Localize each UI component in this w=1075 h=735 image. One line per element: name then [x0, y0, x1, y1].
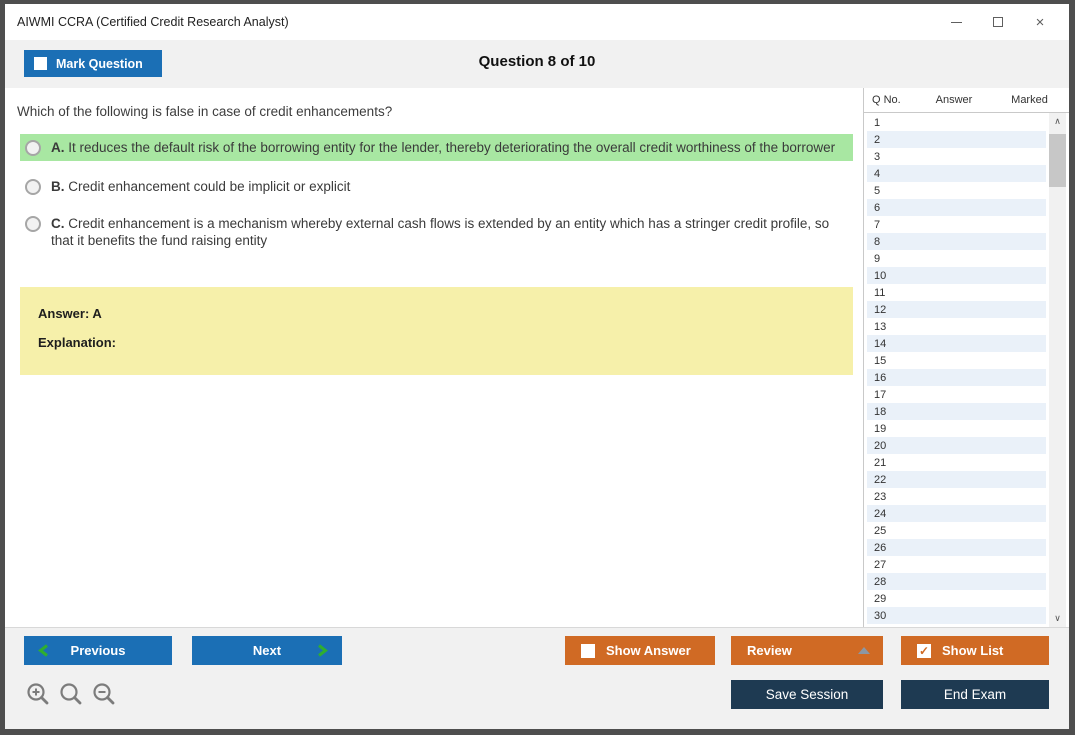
option-a-text: A. It reduces the default risk of the bo… — [51, 140, 836, 155]
question-list-row[interactable]: 14 — [867, 335, 1046, 352]
zoom-reset-icon[interactable] — [58, 681, 84, 709]
question-list-row[interactable]: 2 — [867, 131, 1046, 148]
review-dropdown-button[interactable]: Review — [731, 636, 883, 665]
review-label: Review — [747, 643, 792, 658]
question-list-row[interactable]: 3 — [867, 148, 1046, 165]
show-list-label: Show List — [942, 643, 1004, 658]
zoom-out-icon[interactable] — [91, 681, 117, 709]
next-button[interactable]: Next — [192, 636, 342, 665]
show-answer-button[interactable]: Show Answer — [565, 636, 715, 665]
maximize-icon — [993, 17, 1003, 27]
maximize-button[interactable] — [991, 15, 1005, 29]
column-header-answer: Answer — [935, 94, 973, 106]
question-list-row[interactable]: 18 — [867, 403, 1046, 420]
option-b-radio[interactable] — [25, 179, 41, 195]
question-list-row[interactable]: 12 — [867, 301, 1046, 318]
column-header-marked: Marked — [1011, 94, 1048, 106]
zoom-toolbar — [25, 681, 117, 709]
save-session-button[interactable]: Save Session — [731, 680, 883, 709]
chevron-left-icon — [38, 644, 48, 657]
question-list-row[interactable]: 13 — [867, 318, 1046, 335]
question-list-wrap: 1 2 3 4 5 6 7 8 9 10 11 12 13 14 15 16 17 18 19 20 21 22 23 24 2… — [864, 113, 1069, 627]
question-list-row[interactable]: 26 — [867, 539, 1046, 556]
minimize-button[interactable] — [949, 15, 963, 29]
previous-label: Previous — [70, 643, 126, 658]
question-list-body: 1 2 3 4 5 6 7 8 9 10 11 12 13 14 15 16 17 18 19 20 21 22 23 24 2… — [867, 114, 1046, 624]
option-c-radio[interactable] — [25, 216, 41, 232]
option-c-letter: C. — [51, 216, 65, 231]
question-list-row[interactable]: 19 — [867, 420, 1046, 437]
question-list-row[interactable]: 7 — [867, 216, 1046, 233]
option-b[interactable]: B. Credit enhancement could be implicit … — [20, 173, 853, 200]
question-list-row[interactable]: 1 — [867, 114, 1046, 131]
chevron-right-icon — [318, 644, 328, 657]
main-area: Which of the following is false in case … — [5, 88, 1069, 627]
column-header-qno: Q No. — [872, 94, 901, 106]
question-counter: Question 8 of 10 — [478, 53, 596, 70]
option-b-letter: B. — [51, 179, 65, 194]
end-exam-label: End Exam — [943, 687, 1007, 702]
show-answer-checkbox[interactable] — [581, 643, 595, 658]
question-text: Which of the following is false in case … — [17, 104, 393, 119]
scroll-down-icon[interactable]: ∨ — [1049, 610, 1066, 627]
app-window: AIWMI CCRA (Certified Credit Research An… — [0, 0, 1075, 735]
question-list-row[interactable]: 25 — [867, 522, 1046, 539]
save-session-label: Save Session — [765, 687, 849, 702]
question-list-row[interactable]: 5 — [867, 182, 1046, 199]
question-list-row[interactable]: 20 — [867, 437, 1046, 454]
question-header-band: Mark Question Question 8 of 10 — [5, 40, 1069, 88]
question-list-row[interactable]: 30 — [867, 607, 1046, 624]
question-list-header: Q No. Answer Marked — [864, 88, 1069, 113]
question-list-row[interactable]: 27 — [867, 556, 1046, 573]
zoom-in-icon[interactable] — [25, 681, 51, 709]
option-a-letter: A. — [51, 140, 65, 155]
question-list-row[interactable]: 8 — [867, 233, 1046, 250]
question-list-row[interactable]: 29 — [867, 590, 1046, 607]
show-list-button[interactable]: ✓ Show List — [901, 636, 1049, 665]
question-list-scrollbar[interactable]: ∧ ∨ — [1049, 113, 1066, 627]
question-list-row[interactable]: 23 — [867, 488, 1046, 505]
scrollbar-thumb[interactable] — [1049, 134, 1066, 187]
question-list-row[interactable]: 15 — [867, 352, 1046, 369]
show-answer-label: Show Answer — [606, 643, 691, 658]
question-list-row[interactable]: 21 — [867, 454, 1046, 471]
show-list-checkbox[interactable]: ✓ — [917, 643, 931, 658]
footer-bar: Previous Next Show Answer Review ✓ Show … — [5, 627, 1069, 729]
explanation-label: Explanation: — [38, 335, 117, 350]
answer-label: Answer: A — [38, 306, 102, 321]
question-list-panel: Q No. Answer Marked 1 2 3 4 5 6 7 8 9 10 11 12 13 14 1… — [863, 88, 1069, 627]
title-bar: AIWMI CCRA (Certified Credit Research An… — [5, 4, 1069, 40]
check-icon: ✓ — [918, 643, 930, 658]
question-list-row[interactable]: 11 — [867, 284, 1046, 301]
question-list-row[interactable]: 22 — [867, 471, 1046, 488]
option-b-text: B. Credit enhancement could be implicit … — [51, 179, 351, 194]
next-label: Next — [252, 643, 282, 658]
question-list-row[interactable]: 24 — [867, 505, 1046, 522]
scroll-up-icon[interactable]: ∧ — [1049, 113, 1066, 130]
close-button[interactable]: × — [1033, 13, 1047, 31]
answer-box: Answer: A Explanation: — [20, 287, 853, 375]
question-list-row[interactable]: 17 — [867, 386, 1046, 403]
question-list-row[interactable]: 6 — [867, 199, 1046, 216]
question-content: Which of the following is false in case … — [5, 88, 863, 627]
option-a-radio[interactable] — [25, 140, 41, 156]
option-a[interactable]: A. It reduces the default risk of the bo… — [20, 134, 853, 161]
minimize-icon — [950, 21, 962, 23]
previous-button[interactable]: Previous — [24, 636, 172, 665]
question-list-row[interactable]: 16 — [867, 369, 1046, 386]
question-list-row[interactable]: 28 — [867, 573, 1046, 590]
window-title: AIWMI CCRA (Certified Credit Research An… — [17, 15, 289, 29]
question-list-row[interactable]: 10 — [867, 267, 1046, 284]
close-icon: × — [1035, 13, 1045, 31]
option-c-text: C. Credit enhancement is a mechanism whe… — [51, 216, 830, 248]
window-controls: × — [949, 13, 1069, 31]
end-exam-button[interactable]: End Exam — [901, 680, 1049, 709]
question-list-row[interactable]: 4 — [867, 165, 1046, 182]
dropdown-up-triangle-icon — [858, 647, 870, 654]
option-c[interactable]: C. Credit enhancement is a mechanism whe… — [20, 210, 853, 254]
question-list-row[interactable]: 9 — [867, 250, 1046, 267]
